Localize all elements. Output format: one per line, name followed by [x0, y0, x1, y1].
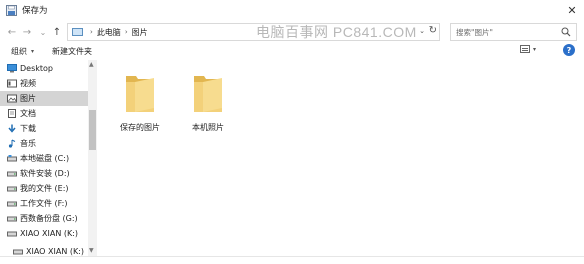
sidebar-item-drive-g[interactable]: 西数备份盘 (G:)	[0, 211, 88, 226]
folder-label: 保存的图片	[120, 123, 160, 132]
caret-down-icon: ▾	[31, 48, 35, 55]
help-button[interactable]: ?	[563, 44, 575, 56]
scroll-down-icon[interactable]: ▼	[89, 247, 94, 254]
documents-icon	[8, 109, 16, 118]
file-list-pane: 保存的图片 本机照片	[98, 60, 584, 264]
close-icon: ✕	[567, 3, 577, 17]
address-row: ← → ⌄ ↑ › 此电脑 › 图片 ⌄ ↻ 电脑百事网 PC841.COM	[0, 20, 584, 44]
folder-item[interactable]: 本机照片	[178, 70, 238, 140]
desktop-icon	[7, 64, 17, 73]
view-details-icon	[520, 45, 530, 53]
sidebar-item-label: XIAO XIAN (K:)	[26, 247, 85, 256]
chevron-down-icon: ⌄	[39, 27, 47, 37]
drive-icon	[7, 155, 17, 162]
sidebar-item-music[interactable]: 音乐	[0, 136, 88, 151]
caret-down-icon: ▾	[533, 45, 537, 53]
view-options-button[interactable]: ▾	[520, 45, 536, 53]
command-bar: 组织 ▾ 新建文件夹 ▾ ?	[0, 44, 584, 59]
back-button[interactable]: ←	[6, 26, 18, 38]
arrow-up-icon: ↑	[52, 26, 62, 38]
breadcrumb-separator: ›	[124, 28, 128, 36]
arrow-left-icon: ←	[7, 26, 17, 38]
navigation-pane: Desktop 视频 图片 文档 下载 音乐 本地磁盘 (C:) 软件安装 (D…	[0, 60, 97, 264]
new-folder-button[interactable]: 新建文件夹	[52, 46, 92, 57]
sidebar-item-label: 我的文件 (E:)	[20, 184, 69, 193]
breadcrumb-this-pc[interactable]: 此电脑	[97, 27, 121, 38]
video-icon	[7, 79, 17, 88]
recent-locations-button[interactable]: ⌄	[37, 26, 49, 38]
save-dialog-icon	[6, 4, 17, 16]
sidebar-scroll-thumb[interactable]	[89, 110, 96, 150]
help-icon: ?	[566, 45, 572, 55]
address-bar[interactable]: › 此电脑 › 图片 ⌄ ↻	[67, 23, 440, 41]
arrow-right-icon: →	[22, 26, 32, 38]
folder-label: 本机照片	[192, 123, 224, 132]
music-icon	[8, 139, 16, 148]
sidebar-item-pictures[interactable]: 图片	[0, 91, 88, 106]
computer-icon	[72, 28, 83, 36]
drive-icon	[7, 231, 17, 237]
drive-icon	[7, 201, 17, 207]
sidebar-item-videos[interactable]: 视频	[0, 76, 88, 91]
sidebar-item-label: 西数备份盘 (G:)	[20, 214, 78, 223]
breadcrumb-pictures[interactable]: 图片	[132, 27, 148, 38]
downloads-icon	[8, 124, 16, 133]
close-button[interactable]: ✕	[564, 2, 580, 18]
sidebar-item-documents[interactable]: 文档	[0, 106, 88, 121]
sidebar-item-label: XIAO XIAN (K:)	[20, 229, 79, 238]
search-input[interactable]	[456, 27, 556, 37]
sidebar-item-label: 音乐	[20, 139, 36, 148]
refresh-icon[interactable]: ↻	[429, 25, 437, 36]
sidebar-item-label: 软件安装 (D:)	[20, 169, 70, 178]
folder-icon	[126, 76, 154, 112]
sidebar-item-label: 图片	[20, 94, 36, 103]
organize-menu-button[interactable]: 组织 ▾	[11, 46, 34, 57]
pictures-icon	[7, 94, 17, 103]
sidebar-item-label: 视频	[20, 79, 36, 88]
up-button[interactable]: ↑	[51, 26, 63, 38]
scroll-up-icon[interactable]: ▲	[89, 61, 94, 68]
pane-divider	[0, 256, 584, 257]
address-dropdown-icon[interactable]: ⌄	[419, 27, 425, 35]
new-folder-label: 新建文件夹	[52, 47, 93, 56]
breadcrumb-separator: ›	[90, 28, 93, 36]
sidebar-item-drive-f[interactable]: 工作文件 (F:)	[0, 196, 88, 211]
sidebar-item-label: 下载	[20, 124, 36, 133]
drive-icon	[7, 171, 17, 177]
drive-icon	[7, 186, 17, 192]
folder-item[interactable]: 保存的图片	[110, 70, 170, 140]
sidebar-item-label: Desktop	[20, 64, 53, 73]
drive-icon	[13, 249, 23, 255]
sidebar-item-label: 文档	[20, 109, 36, 118]
organize-label: 组织	[11, 47, 27, 56]
sidebar-item-drive-k[interactable]: XIAO XIAN (K:)	[0, 226, 88, 241]
search-icon[interactable]	[561, 27, 571, 37]
window-title: 保存为	[22, 6, 48, 16]
sidebar-item-label: 工作文件 (F:)	[20, 199, 68, 208]
sidebar-item-drive-e[interactable]: 我的文件 (E:)	[0, 181, 88, 196]
search-box[interactable]	[450, 23, 577, 41]
drive-icon	[7, 216, 17, 222]
folder-icon	[194, 76, 222, 112]
sidebar-item-drive-d[interactable]: 软件安装 (D:)	[0, 166, 88, 181]
sidebar-item-desktop[interactable]: Desktop	[0, 61, 88, 76]
title-bar: 保存为 ✕	[0, 0, 584, 20]
sidebar-scrollbar[interactable]	[88, 60, 97, 256]
sidebar-item-label: 本地磁盘 (C:)	[20, 154, 70, 163]
forward-button[interactable]: →	[21, 26, 33, 38]
sidebar-item-downloads[interactable]: 下载	[0, 121, 88, 136]
sidebar-item-drive-c[interactable]: 本地磁盘 (C:)	[0, 151, 88, 166]
